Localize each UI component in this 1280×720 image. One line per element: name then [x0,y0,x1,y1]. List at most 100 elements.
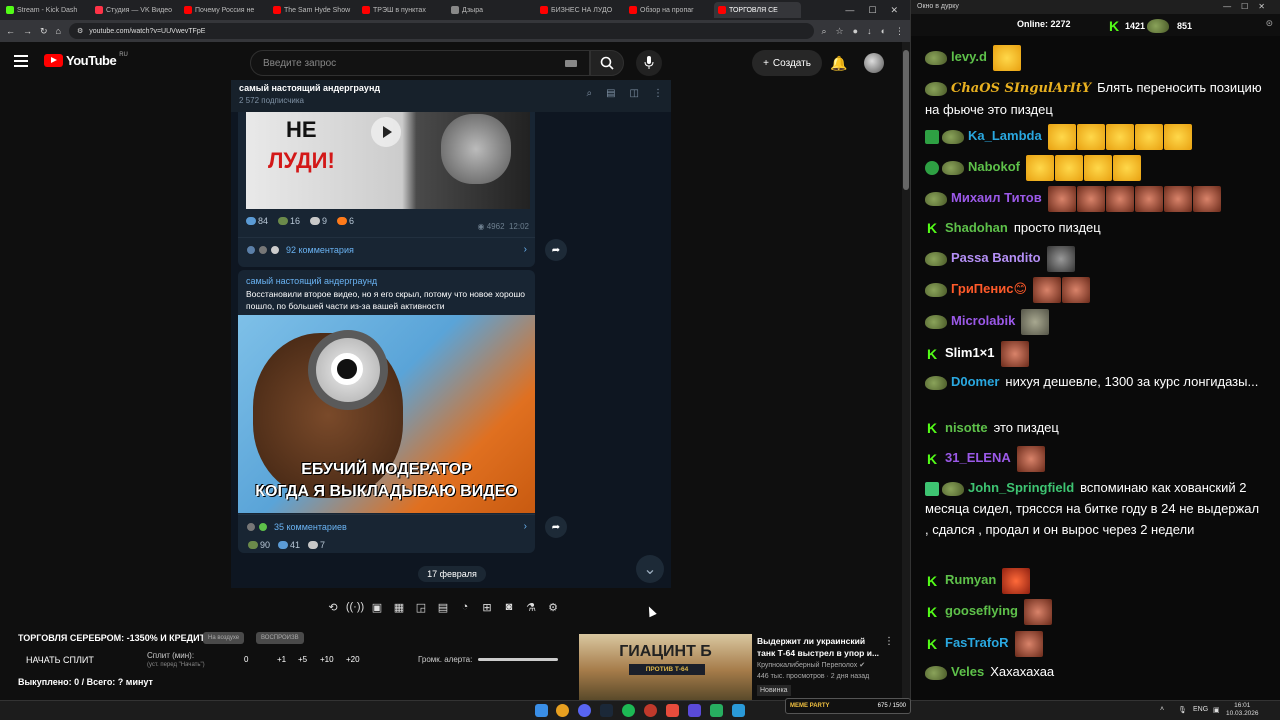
reload-icon[interactable]: ↻ [40,26,48,37]
chat-username[interactable]: levy.d [951,49,987,64]
close-icon[interactable]: ✕ [890,5,898,16]
chat-username[interactable]: gooseflying [945,603,1018,618]
reaction[interactable]: 7 [308,540,325,550]
browser-tab-active[interactable]: ТОРГОВЛЯ СЕ [714,2,801,18]
reaction[interactable]: 90 [248,540,270,550]
increment-button[interactable]: +5 [298,655,307,664]
extension-icon[interactable]: ● [853,26,858,37]
browser-tab[interactable]: Студия — VK Видео [91,2,178,18]
chat-username[interactable]: Slim1×1 [945,345,995,360]
more-icon[interactable]: ⋮ [895,26,904,37]
notifications-bell-icon[interactable]: 🔔 [830,55,847,72]
browser-tab[interactable]: БИЗНЕС НА ЛУДО [536,2,623,18]
chat-username[interactable]: FasTrafoR [945,635,1009,650]
network-icon[interactable]: ▣ [1213,706,1220,714]
camera-icon[interactable]: ▣ [369,600,385,614]
create-button[interactable]: + Создать [752,50,822,76]
chat-username[interactable]: Nabokof [968,159,1020,174]
spotify-icon[interactable] [622,704,635,717]
telegram-icon[interactable] [732,704,745,717]
reaction[interactable]: 41 [278,540,300,550]
recommended-thumbnail[interactable]: ГИАЦИНТ Б ПРОТИВ Т-64 [579,634,752,700]
scroll-down-button[interactable]: ⌄ [636,555,664,583]
browser-tab[interactable]: The Sam Hyde Show [269,2,356,18]
forward-icon[interactable]: → [23,26,32,36]
share-button[interactable]: ➦ [545,239,567,261]
browser-tab[interactable]: Дзыра [447,2,534,18]
mic-icon[interactable]: 🎙 [1178,706,1187,714]
clapper-icon[interactable]: ▦ [391,600,407,614]
recommended-title[interactable]: Выдержит ли украинский танк Т-64 выстрел… [757,635,882,659]
back-icon[interactable]: ← [6,26,15,36]
status-badge[interactable]: На воздухе [203,632,245,644]
avatar[interactable] [864,53,884,73]
comments-link[interactable]: 92 комментария › [238,237,535,261]
obs-icon[interactable] [644,704,657,717]
chat-icon[interactable]: ▤ [606,88,615,99]
settings-gear-icon[interactable]: ⚙ [545,600,561,614]
home-icon[interactable]: ⌂ [56,26,61,36]
clock[interactable]: 16:01 10.03.2026 [1226,702,1259,718]
voice-search-button[interactable] [636,50,662,76]
sidebar-icon[interactable]: ◫ [630,88,639,99]
window-controls[interactable]: —☐✕ [1223,2,1275,11]
profile-icon[interactable]: ◐ [881,26,886,37]
hamburger-menu-icon[interactable] [14,55,28,67]
recommended-channel[interactable]: Крупнокалиберный Переполох ✔ [757,661,865,669]
increment-button[interactable]: +1 [277,655,286,664]
loop-icon[interactable]: ⟲ [325,600,341,614]
keyboard-icon[interactable] [565,59,577,67]
speed-icon[interactable]: ◔ [457,600,473,614]
increment-button[interactable]: +20 [346,655,360,664]
alert-volume-slider[interactable] [478,658,558,661]
add-icon[interactable]: ⊞ [479,600,495,614]
status-badge[interactable]: ВОСПРОИЗВ [256,632,304,644]
search-input[interactable]: Введите запрос [250,50,590,76]
maximize-icon[interactable]: ☐ [868,5,876,16]
reaction[interactable]: 6 [337,216,354,226]
chat-username[interactable]: Passa Bandito [951,250,1041,265]
flask-icon[interactable]: ⚗ [523,600,539,614]
start-split-button[interactable]: НАЧАТЬ СПЛИТ [26,655,94,665]
post-image[interactable]: НЕ ЛУДИ! [246,112,530,209]
scrollbar-thumb[interactable] [903,50,909,190]
chat-username[interactable]: Rumyan [945,572,996,587]
chat-username[interactable]: John_Springfield [968,480,1074,495]
search-button[interactable] [590,50,624,76]
screenshot-icon[interactable]: ◙ [501,600,517,614]
steam-icon[interactable] [600,704,613,717]
broadcast-icon[interactable]: ((·)) [346,600,364,614]
browser-tab[interactable]: Обзор на пропаг [625,2,712,18]
film-icon[interactable]: ▤ [435,600,451,614]
chat-username[interactable]: ГриПенис😊 [951,281,1027,296]
chat-username[interactable]: ChaOS SIngulArItY [951,81,1091,96]
chevron-up-icon[interactable]: ˄ [1160,706,1164,713]
discord-icon[interactable] [578,704,591,717]
url-input[interactable]: ⚙ youtube.com/watch?v=UUVwevTFpE [68,23,814,39]
reaction[interactable]: 9 [310,216,327,226]
language-indicator[interactable]: ENG [1193,706,1208,713]
windows-start-icon[interactable] [535,704,548,717]
chat-username[interactable]: Ka_Lambda [968,128,1042,143]
share-button[interactable]: ➦ [545,516,567,538]
chat-username[interactable]: Veles [951,664,984,679]
comments-link[interactable]: 35 комментариев › [238,514,535,538]
reaction[interactable]: 16 [278,216,300,226]
chat-username[interactable]: Михаил Титов [951,190,1042,205]
search-icon[interactable]: ⌕ [586,88,592,99]
reaction[interactable]: 84 [246,216,268,226]
picture-in-picture-icon[interactable]: ◲ [413,600,429,614]
split-value[interactable]: 0 [244,655,248,664]
chrome-icon[interactable] [556,704,569,717]
bookmark-icon[interactable]: ☆ [836,26,844,37]
chat-username[interactable]: D0omer [951,374,999,389]
chat-username[interactable]: Shadohan [945,220,1008,235]
chat-settings-icon[interactable]: ⊙ [1265,18,1273,29]
post-image[interactable]: ЕБУЧИЙ МОДЕРАТОР КОГДА Я ВЫКЛАДЫВАЮ ВИДЕ… [238,315,535,513]
chat-username[interactable]: nisotte [945,420,988,435]
youtube-logo[interactable]: YouTube RU [44,52,128,68]
app-icon[interactable] [710,704,723,717]
browser-tab[interactable]: ТРЭШ в пунктах [358,2,445,18]
site-info-icon[interactable]: ⚙ [77,27,83,35]
browser-tab[interactable]: Почему Россия не [180,2,267,18]
